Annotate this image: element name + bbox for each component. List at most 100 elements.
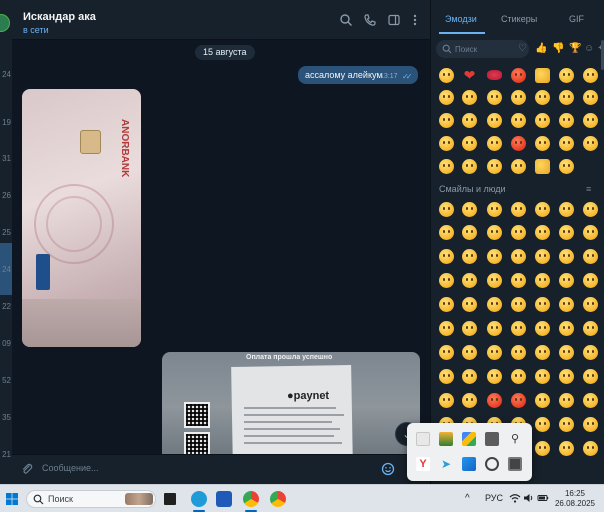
emoji-icon[interactable] [583, 297, 598, 312]
word-icon[interactable] [216, 491, 232, 507]
emoji-icon[interactable] [535, 393, 550, 408]
emoji-icon[interactable] [559, 202, 574, 217]
emoji-icon[interactable] [583, 68, 598, 83]
chat-list-avatar[interactable] [0, 14, 10, 32]
battery-icon[interactable] [537, 492, 549, 504]
emoji-icon[interactable] [511, 297, 526, 312]
thumbs-down-outline-icon[interactable]: 👎 [552, 43, 564, 54]
emoji-icon[interactable] [535, 369, 550, 384]
emoji-icon[interactable] [511, 68, 526, 83]
emoji-icon[interactable] [381, 462, 395, 476]
emoji-icon[interactable] [511, 225, 526, 240]
emoji-icon[interactable] [511, 393, 526, 408]
emoji-icon[interactable] [559, 369, 574, 384]
emoji-icon[interactable] [462, 393, 477, 408]
usb-icon[interactable]: ⚲ [508, 432, 522, 446]
emoji-icon[interactable] [439, 345, 454, 360]
emoji-icon[interactable] [511, 159, 526, 174]
emoji-icon[interactable] [487, 202, 502, 217]
chrome-profile-icon[interactable] [270, 491, 286, 507]
emoji-icon[interactable] [583, 136, 598, 151]
emoji-icon[interactable] [583, 249, 598, 264]
emoji-icon[interactable] [583, 345, 598, 360]
emoji-icon[interactable] [511, 202, 526, 217]
emoji-icon[interactable] [583, 369, 598, 384]
emoji-search-input[interactable] [455, 43, 525, 55]
bank-card-photo[interactable]: ANORBANK [22, 89, 141, 347]
tray-app-icon[interactable] [416, 432, 430, 446]
chat-list-time[interactable]: 19 [0, 118, 11, 127]
emoji-icon[interactable] [535, 417, 550, 432]
emoji-icon[interactable] [487, 321, 502, 336]
emoji-icon[interactable] [439, 225, 454, 240]
emoji-icon[interactable] [535, 345, 550, 360]
chat-title[interactable]: Искандар ака [23, 11, 96, 23]
emoji-icon[interactable] [462, 113, 477, 128]
emoji-icon[interactable] [559, 297, 574, 312]
emoji-icon[interactable] [439, 321, 454, 336]
emoji-icon[interactable] [487, 345, 502, 360]
emoji-icon[interactable] [583, 273, 598, 288]
chat-list-time[interactable]: 24 [0, 265, 11, 274]
yandex-icon[interactable]: Y [416, 457, 430, 471]
heart-outline-icon[interactable]: ♡ [518, 43, 527, 54]
emoji-icon[interactable] [487, 249, 502, 264]
emoji-icon[interactable] [583, 393, 598, 408]
emoji-icon[interactable] [559, 321, 574, 336]
emoji-icon[interactable] [583, 225, 598, 240]
emoji-icon[interactable] [583, 202, 598, 217]
wifi-icon[interactable] [509, 492, 521, 504]
taskbar-search[interactable]: Поиск [26, 490, 156, 508]
party-outline-icon[interactable]: ☺ [584, 43, 594, 54]
emoji-icon[interactable] [511, 369, 526, 384]
emoji-icon[interactable] [439, 136, 454, 151]
emoji-icon[interactable] [511, 113, 526, 128]
emoji-icon[interactable] [583, 441, 598, 456]
emoji-icon[interactable] [462, 249, 477, 264]
emoji-search[interactable] [436, 40, 529, 58]
emoji-icon[interactable] [439, 159, 454, 174]
vpn-icon[interactable] [485, 457, 499, 471]
message-input[interactable]: Сообщение... [42, 463, 98, 473]
emoji-icon[interactable] [487, 393, 502, 408]
emoji-icon[interactable] [535, 225, 550, 240]
emoji-icon[interactable] [535, 273, 550, 288]
chat-list-time[interactable]: 25 [0, 228, 11, 237]
thumbs-up-emoji-icon[interactable] [535, 159, 550, 174]
chat-list-time[interactable]: 31 [0, 154, 11, 163]
emoji-icon[interactable] [583, 321, 598, 336]
emoji-icon[interactable] [487, 369, 502, 384]
emoji-icon[interactable] [511, 249, 526, 264]
emoji-icon[interactable] [439, 249, 454, 264]
emoji-icon[interactable] [535, 90, 550, 105]
emoji-icon[interactable] [487, 70, 502, 80]
emoji-icon[interactable] [462, 225, 477, 240]
chat-list-time[interactable]: 52 [0, 376, 11, 385]
chrome-icon[interactable] [243, 491, 259, 507]
telegram-taskbar-icon[interactable] [191, 491, 207, 507]
emoji-icon[interactable] [583, 90, 598, 105]
emoji-icon[interactable] [462, 321, 477, 336]
emoji-icon[interactable] [583, 113, 598, 128]
volume-icon[interactable] [523, 492, 535, 504]
clock-time[interactable]: 16:25 [552, 489, 598, 499]
tray-app-icon[interactable] [439, 432, 453, 446]
emoji-icon[interactable] [439, 369, 454, 384]
tray-app-icon[interactable] [462, 457, 476, 471]
emoji-icon[interactable] [462, 273, 477, 288]
emoji-icon[interactable] [487, 225, 502, 240]
tab-gif[interactable]: GIF [569, 14, 584, 24]
emoji-icon[interactable] [535, 249, 550, 264]
emoji-icon[interactable] [511, 273, 526, 288]
emoji-icon[interactable] [439, 90, 454, 105]
trophy-outline-icon[interactable]: 🏆 [569, 43, 581, 54]
emoji-icon[interactable] [487, 90, 502, 105]
tab-stickers[interactable]: Стикеры [501, 14, 537, 24]
emoji-icon[interactable] [462, 297, 477, 312]
emoji-icon[interactable] [439, 273, 454, 288]
chat-list-time[interactable]: 21 [0, 450, 11, 459]
search-icon[interactable] [339, 13, 353, 27]
language-indicator[interactable]: РУС [485, 493, 503, 503]
emoji-icon[interactable] [487, 136, 502, 151]
emoji-icon[interactable] [535, 113, 550, 128]
